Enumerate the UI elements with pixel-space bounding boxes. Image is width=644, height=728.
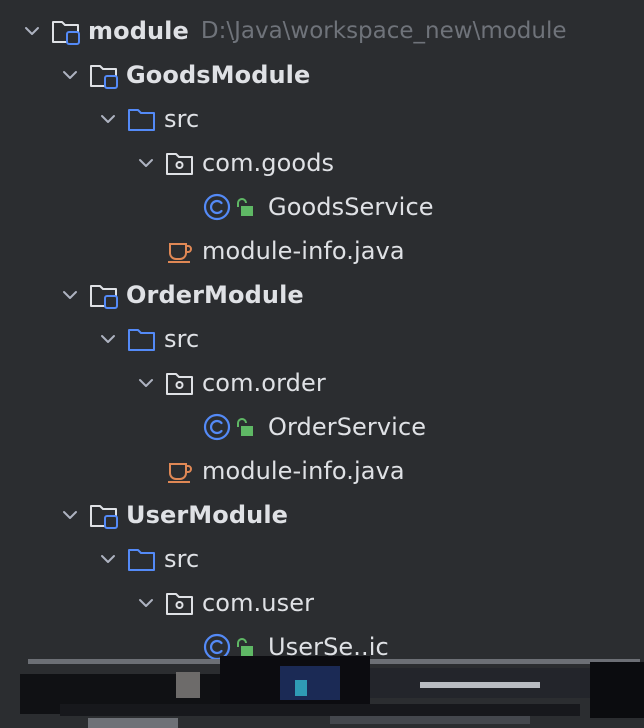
tree-row-class[interactable]: GoodsService [0,185,644,229]
chevron-down-icon[interactable] [136,153,156,173]
tree-row-package[interactable]: com.order [0,361,644,405]
chevron-down-icon[interactable] [98,329,118,349]
tree-row-package[interactable]: com.user [0,581,644,625]
tree-row-class[interactable]: OrderService [0,405,644,449]
module-folder-icon [88,279,120,311]
chevron-down-icon[interactable] [98,109,118,129]
java-file-icon [164,235,196,267]
lock-icon [237,198,253,216]
module-folder-icon [50,15,82,47]
src-folder-label: src [164,105,200,133]
class-icon [202,191,262,223]
rendering-artifact [0,656,644,728]
chevron-down-icon[interactable] [136,373,156,393]
tree-row-module[interactable]: UserModule [0,493,644,537]
class-label: GoodsService [268,193,434,221]
module-folder-icon [88,499,120,531]
package-label: com.user [202,589,315,617]
chevron-down-icon[interactable] [136,593,156,613]
chevron-down-icon[interactable] [60,505,80,525]
chevron-down-icon[interactable] [60,285,80,305]
source-folder-icon [126,543,158,575]
source-folder-icon [126,103,158,135]
tree-row-module[interactable]: GoodsModule [0,53,644,97]
package-label: com.goods [202,149,335,177]
tree-row-module-info[interactable]: module-info.java [0,449,644,493]
class-label: OrderService [268,413,427,441]
tree-row-src[interactable]: src [0,317,644,361]
chevron-down-icon[interactable] [60,65,80,85]
chevron-down-icon[interactable] [22,21,42,41]
module-label: GoodsModule [126,61,311,89]
project-tree: module D:\Java\workspace_new\module Good… [0,9,644,669]
source-folder-icon [126,323,158,355]
package-icon [164,367,196,399]
tree-row-module-info[interactable]: module-info.java [0,229,644,273]
lock-icon [237,418,253,436]
package-label: com.order [202,369,326,397]
chevron-down-icon[interactable] [98,549,118,569]
root-module-label: module [88,17,189,45]
package-icon [164,587,196,619]
tree-row-root[interactable]: module D:\Java\workspace_new\module [0,9,644,53]
package-icon [164,147,196,179]
src-folder-label: src [164,545,200,573]
module-label: UserModule [126,501,289,529]
tree-row-src[interactable]: src [0,97,644,141]
java-file-icon [164,455,196,487]
module-info-label: module-info.java [202,237,405,265]
module-info-label: module-info.java [202,457,405,485]
src-folder-label: src [164,325,200,353]
class-icon [202,411,262,443]
module-label: OrderModule [126,281,304,309]
tree-row-package[interactable]: com.goods [0,141,644,185]
lock-icon [237,638,253,656]
root-module-path: D:\Java\workspace_new\module [200,18,567,44]
tree-row-module[interactable]: OrderModule [0,273,644,317]
tree-row-src[interactable]: src [0,537,644,581]
module-folder-icon [88,59,120,91]
